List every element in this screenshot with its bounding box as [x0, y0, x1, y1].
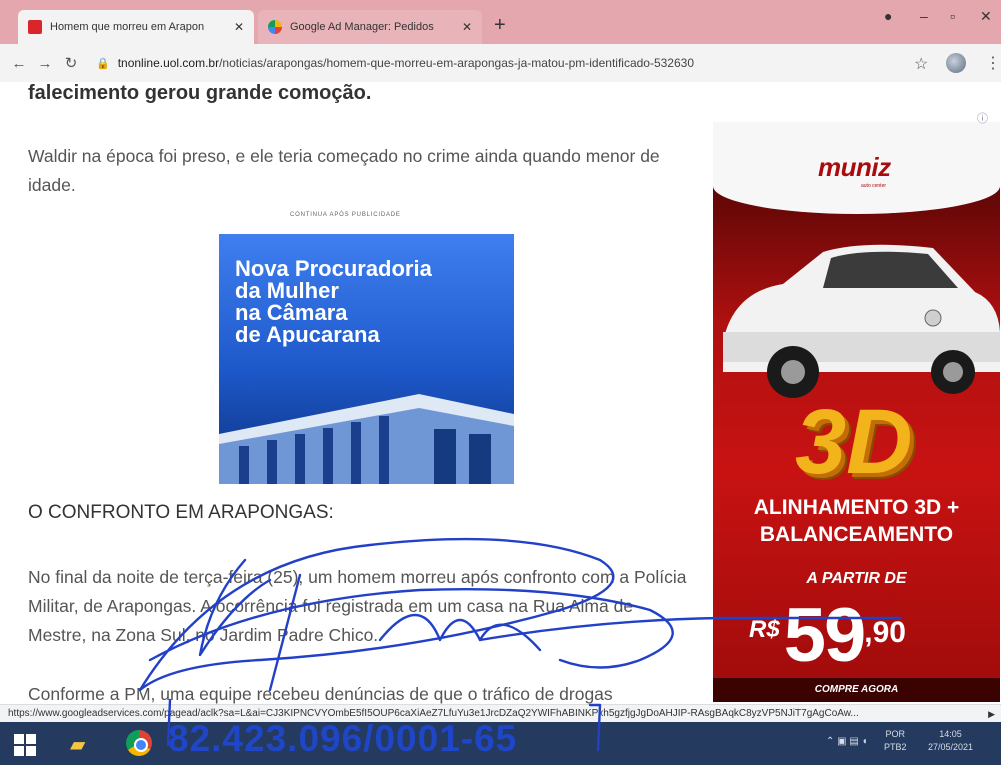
- browser-tab-strip: Homem que morreu em Arapon ✕ Google Ad M…: [0, 0, 1001, 44]
- article-page: falecimento gerou grande comoção. Waldir…: [0, 82, 1001, 704]
- windows-start-icon[interactable]: [14, 734, 36, 756]
- inline-ad-banner[interactable]: Nova Procuradoria da Mulher na Câmara de…: [219, 234, 514, 484]
- adchoices-icon[interactable]: ⓘ: [977, 110, 988, 126]
- forward-arrow-icon[interactable]: →: [32, 55, 58, 72]
- browser-toolbar: ← → ↻ 🔒 tnonline.uol.com.br/noticias/ara…: [0, 44, 1001, 82]
- ad-continues-label: CONTINUA APÓS PUBLICIDADE: [290, 212, 401, 218]
- maximize-button[interactable]: ▫: [950, 8, 955, 24]
- profile-dot-icon[interactable]: ●: [884, 8, 892, 24]
- 3d-badge: 3D: [795, 391, 913, 493]
- google-ad-manager-favicon-icon: [268, 20, 282, 34]
- tab-article[interactable]: Homem que morreu em Arapon ✕: [18, 10, 254, 44]
- tnonline-favicon-icon: [28, 20, 42, 34]
- buy-now-button[interactable]: COMPRE AGORA: [713, 678, 1000, 702]
- close-window-button[interactable]: ✕: [980, 8, 992, 25]
- new-tab-button[interactable]: +: [494, 14, 506, 37]
- language-indicator[interactable]: POR PTB2: [884, 728, 907, 754]
- reload-icon[interactable]: ↻: [58, 54, 84, 72]
- status-arrow-icon: ▶: [988, 709, 995, 719]
- section-title: O CONFRONTO EM ARAPONGAS:: [28, 502, 334, 523]
- car-image-icon: [723, 244, 1000, 398]
- muniz-logo-subtitle: auto center: [861, 183, 887, 189]
- price-currency: R$: [749, 616, 780, 643]
- chrome-taskbar-icon[interactable]: [126, 730, 152, 756]
- price-whole: 59: [783, 593, 867, 678]
- lock-icon: 🔒: [96, 57, 110, 70]
- address-bar[interactable]: 🔒 tnonline.uol.com.br/noticias/arapongas…: [90, 50, 950, 76]
- browser-menu-icon[interactable]: ⋮: [985, 53, 1001, 73]
- url-domain: tnonline.uol.com.br: [117, 56, 220, 70]
- bookmark-star-icon[interactable]: ☆: [914, 54, 928, 74]
- inline-ad-title: Nova Procuradoria da Mulher na Câmara de…: [235, 256, 432, 347]
- article-paragraph: Waldir na época foi preso, e ele teria c…: [28, 146, 660, 195]
- taskbar-clock[interactable]: 14:05 27/05/2021: [928, 728, 973, 754]
- tab-title: Google Ad Manager: Pedidos: [290, 21, 434, 33]
- profile-avatar[interactable]: [946, 53, 966, 73]
- file-explorer-icon[interactable]: ▰: [70, 732, 85, 757]
- minimize-button[interactable]: –: [920, 8, 928, 24]
- muniz-logo: muniz: [818, 152, 891, 182]
- tab-title: Homem que morreu em Arapon: [50, 21, 205, 33]
- ad-headline: ALINHAMENTO 3D + BALANCEAMENTO: [753, 496, 960, 546]
- back-arrow-icon[interactable]: ←: [6, 55, 32, 72]
- url-path: /noticias/arapongas/homem-que-morreu-em-…: [219, 56, 695, 70]
- ad-from-label: A PARTIR DE: [806, 570, 907, 587]
- close-tab-icon[interactable]: ✕: [462, 20, 472, 34]
- building-image-icon: [219, 394, 514, 484]
- price-cents: ,90: [864, 616, 906, 649]
- article-paragraph: No final da noite de terça-feira (25), u…: [28, 567, 687, 645]
- cnpj-stamp: 82.423.096/0001-65: [168, 718, 518, 759]
- close-tab-icon[interactable]: ✕: [234, 20, 244, 34]
- tab-ad-manager[interactable]: Google Ad Manager: Pedidos ✕: [258, 10, 482, 44]
- sidebar-ad[interactable]: muniz auto center 3D ALINHAMENTO 3D + BA…: [713, 122, 1000, 702]
- article-lead-text: falecimento gerou grande comoção.: [28, 82, 372, 104]
- ad-price: R$ 59 ,90: [749, 594, 906, 678]
- system-tray-icons[interactable]: ⌃ ▣ ▤ ◖: [826, 736, 868, 747]
